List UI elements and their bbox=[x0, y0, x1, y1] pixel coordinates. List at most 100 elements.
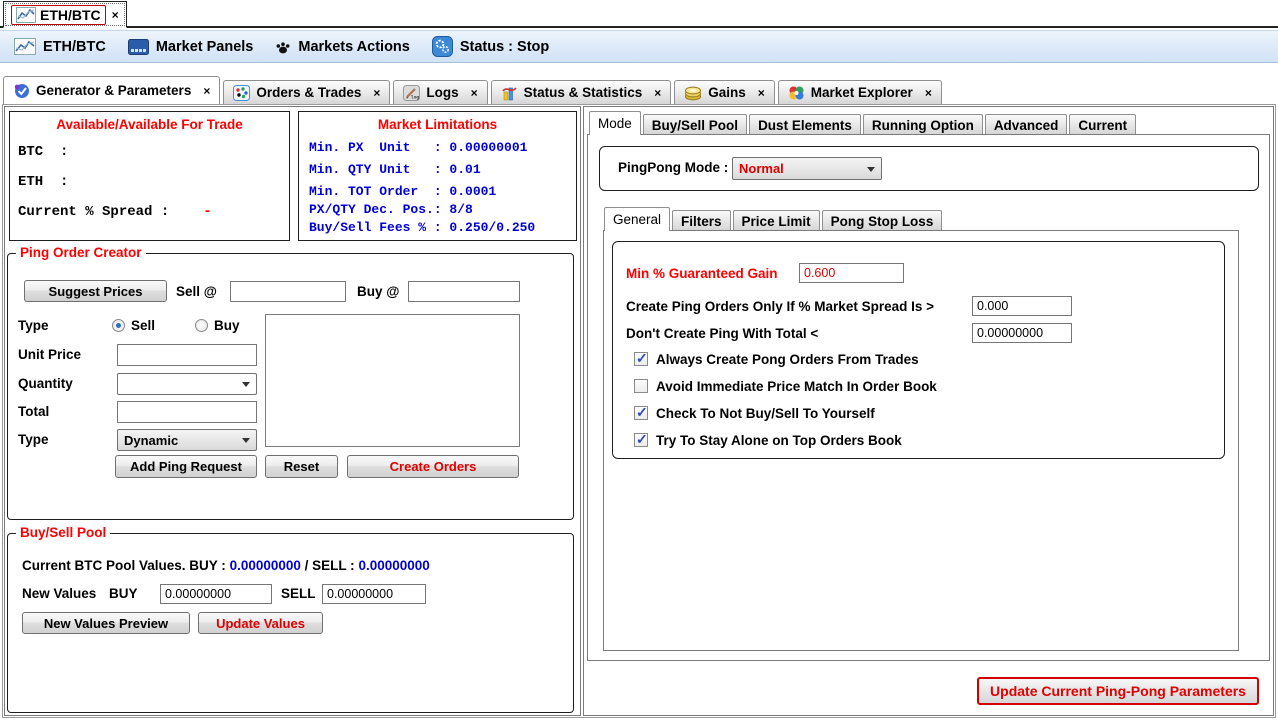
order-type-label: Type bbox=[18, 432, 49, 447]
available-panel-title: Available/Available For Trade bbox=[10, 117, 289, 132]
buy-sell-pool-group: Buy/Sell Pool Current BTC Pool Values. B… bbox=[7, 533, 574, 713]
quantity-combobox[interactable] bbox=[117, 373, 257, 395]
window-tab-bar: ETH/BTC × bbox=[0, 0, 1278, 28]
unit-price-input[interactable] bbox=[117, 344, 257, 366]
min-total-input[interactable] bbox=[972, 323, 1072, 343]
tab-filters[interactable]: Filters bbox=[672, 210, 731, 231]
close-icon[interactable]: × bbox=[654, 86, 661, 100]
tab-pong-stop-loss[interactable]: Pong Stop Loss bbox=[822, 210, 943, 231]
tab-dust-elements[interactable]: Dust Elements bbox=[749, 114, 861, 135]
min-total-label: Don't Create Ping With Total < bbox=[626, 326, 818, 341]
buy-radio[interactable] bbox=[195, 319, 208, 332]
total-input[interactable] bbox=[117, 401, 257, 423]
limit-dec-pos: PX/QTY Dec. Pos.: 8/8 bbox=[309, 202, 473, 217]
pong-orders-checkbox[interactable] bbox=[634, 352, 648, 366]
reset-button[interactable]: Reset bbox=[265, 455, 338, 478]
price-match-checkbox[interactable] bbox=[634, 379, 648, 393]
toolbar-item-market-panels[interactable]: Market Panels bbox=[122, 37, 260, 57]
limit-qty-unit: Min. QTY Unit : 0.01 bbox=[309, 162, 481, 177]
right-panel: Mode Buy/Sell Pool Dust Elements Running… bbox=[583, 106, 1274, 716]
mode-tab-content: PingPong Mode : Normal General Filters P… bbox=[587, 134, 1270, 661]
self-trade-checkbox-label: Check To Not Buy/Sell To Yourself bbox=[656, 406, 875, 421]
quantity-label: Quantity bbox=[18, 376, 73, 391]
chart-icon bbox=[16, 7, 36, 23]
buy-sell-pool-legend: Buy/Sell Pool bbox=[16, 525, 110, 540]
min-gain-input[interactable] bbox=[799, 263, 904, 283]
create-orders-button[interactable]: Create Orders bbox=[347, 455, 519, 478]
tab-running-option[interactable]: Running Option bbox=[863, 114, 983, 135]
toolbar-item-label: Status : Stop bbox=[460, 39, 549, 55]
toolbar: ETH/BTC Market Panels Markets Actions St… bbox=[0, 30, 1278, 63]
window-tab-ethbtc[interactable]: ETH/BTC × bbox=[3, 1, 127, 28]
close-icon[interactable]: × bbox=[112, 8, 119, 22]
limit-fees: Buy/Sell Fees % : 0.250/0.250 bbox=[309, 220, 535, 235]
toolbar-item-markets-actions[interactable]: Markets Actions bbox=[269, 37, 415, 57]
tab-generator-parameters[interactable]: Generator & Parameters × bbox=[3, 76, 220, 104]
self-trade-checkbox[interactable] bbox=[634, 406, 648, 420]
add-ping-request-button[interactable]: Add Ping Request bbox=[115, 455, 257, 478]
tab-buy-sell-pool[interactable]: Buy/Sell Pool bbox=[643, 114, 747, 135]
orders-icon bbox=[233, 85, 250, 101]
tab-logs[interactable]: log Logs × bbox=[393, 80, 487, 104]
statistics-icon bbox=[501, 85, 518, 101]
chart-icon bbox=[14, 38, 36, 55]
update-pingpong-parameters-button[interactable]: Update Current Ping-Pong Parameters bbox=[977, 677, 1259, 705]
chevron-down-icon bbox=[242, 382, 250, 387]
ping-requests-list[interactable] bbox=[265, 314, 520, 447]
sell-radio[interactable] bbox=[112, 319, 125, 332]
tab-mode[interactable]: Mode bbox=[589, 111, 641, 135]
market-limitations-panel: Market Limitations Min. PX Unit : 0.0000… bbox=[298, 111, 577, 241]
tab-orders-trades[interactable]: Orders & Trades × bbox=[223, 80, 390, 104]
spread-condition-label: Create Ping Orders Only If % Market Spre… bbox=[626, 299, 934, 314]
close-icon[interactable]: × bbox=[758, 86, 765, 100]
close-icon[interactable]: × bbox=[203, 84, 210, 98]
ping-order-creator-group: Ping Order Creator Suggest Prices Sell @… bbox=[7, 253, 574, 520]
stay-alone-checkbox-label: Try To Stay Alone on Top Orders Book bbox=[656, 433, 902, 448]
unit-price-label: Unit Price bbox=[18, 347, 81, 362]
toolbar-item-status[interactable]: Status : Stop bbox=[426, 34, 555, 59]
tab-advanced[interactable]: Advanced bbox=[985, 114, 1068, 135]
paw-icon bbox=[275, 39, 291, 55]
total-label: Total bbox=[18, 404, 49, 419]
suggest-prices-button[interactable]: Suggest Prices bbox=[24, 280, 167, 302]
new-buy-input[interactable] bbox=[160, 584, 272, 604]
window-tab-label: ETH/BTC bbox=[40, 7, 101, 23]
tab-general[interactable]: General bbox=[604, 207, 670, 231]
close-icon[interactable]: × bbox=[471, 86, 478, 100]
toolbar-item-label: ETH/BTC bbox=[43, 39, 106, 55]
close-icon[interactable]: × bbox=[373, 86, 380, 100]
pool-separator: / SELL : bbox=[305, 558, 355, 573]
buy-at-input[interactable] bbox=[408, 281, 520, 302]
sell-at-input[interactable] bbox=[230, 281, 346, 302]
tab-label: Gains bbox=[708, 85, 746, 100]
min-gain-label: Min % Guaranteed Gain bbox=[626, 266, 778, 281]
tab-market-explorer[interactable]: Market Explorer × bbox=[778, 80, 942, 104]
close-icon[interactable]: × bbox=[925, 86, 932, 100]
pong-orders-checkbox-label: Always Create Pong Orders From Trades bbox=[656, 352, 919, 367]
spread-value: - bbox=[203, 204, 211, 220]
new-values-preview-button[interactable]: New Values Preview bbox=[22, 612, 190, 634]
toolbar-item-market[interactable]: ETH/BTC bbox=[8, 36, 112, 57]
tab-status-statistics[interactable]: Status & Statistics × bbox=[491, 80, 672, 104]
toolbar-item-label: Markets Actions bbox=[298, 39, 409, 55]
left-panel: Available/Available For Trade BTC : ETH … bbox=[4, 106, 581, 716]
main-tab-bar: Generator & Parameters × Orders & Trades… bbox=[3, 76, 942, 104]
active-tab-frame: ETH/BTC bbox=[11, 5, 106, 25]
stay-alone-checkbox[interactable] bbox=[634, 433, 648, 447]
gains-icon bbox=[684, 85, 702, 101]
tab-label: Logs bbox=[426, 85, 458, 100]
pool-buy-value: 0.00000000 bbox=[230, 558, 301, 573]
limit-px-unit: Min. PX Unit : 0.00000001 bbox=[309, 140, 527, 155]
spread-condition-input[interactable] bbox=[972, 296, 1072, 316]
tab-price-limit[interactable]: Price Limit bbox=[733, 210, 820, 231]
pingpong-mode-combobox[interactable]: Normal bbox=[732, 157, 882, 180]
tab-gains[interactable]: Gains × bbox=[674, 80, 775, 104]
toolbar-item-label: Market Panels bbox=[156, 39, 254, 55]
general-tab-content: Min % Guaranteed Gain Create Ping Orders… bbox=[603, 230, 1239, 651]
update-values-button[interactable]: Update Values bbox=[198, 612, 323, 634]
tab-current[interactable]: Current bbox=[1069, 114, 1136, 135]
tab-label: Orders & Trades bbox=[256, 85, 361, 100]
new-sell-input[interactable] bbox=[322, 584, 426, 604]
new-buy-label: BUY bbox=[109, 586, 138, 601]
order-type-combobox[interactable]: Dynamic bbox=[117, 429, 257, 451]
